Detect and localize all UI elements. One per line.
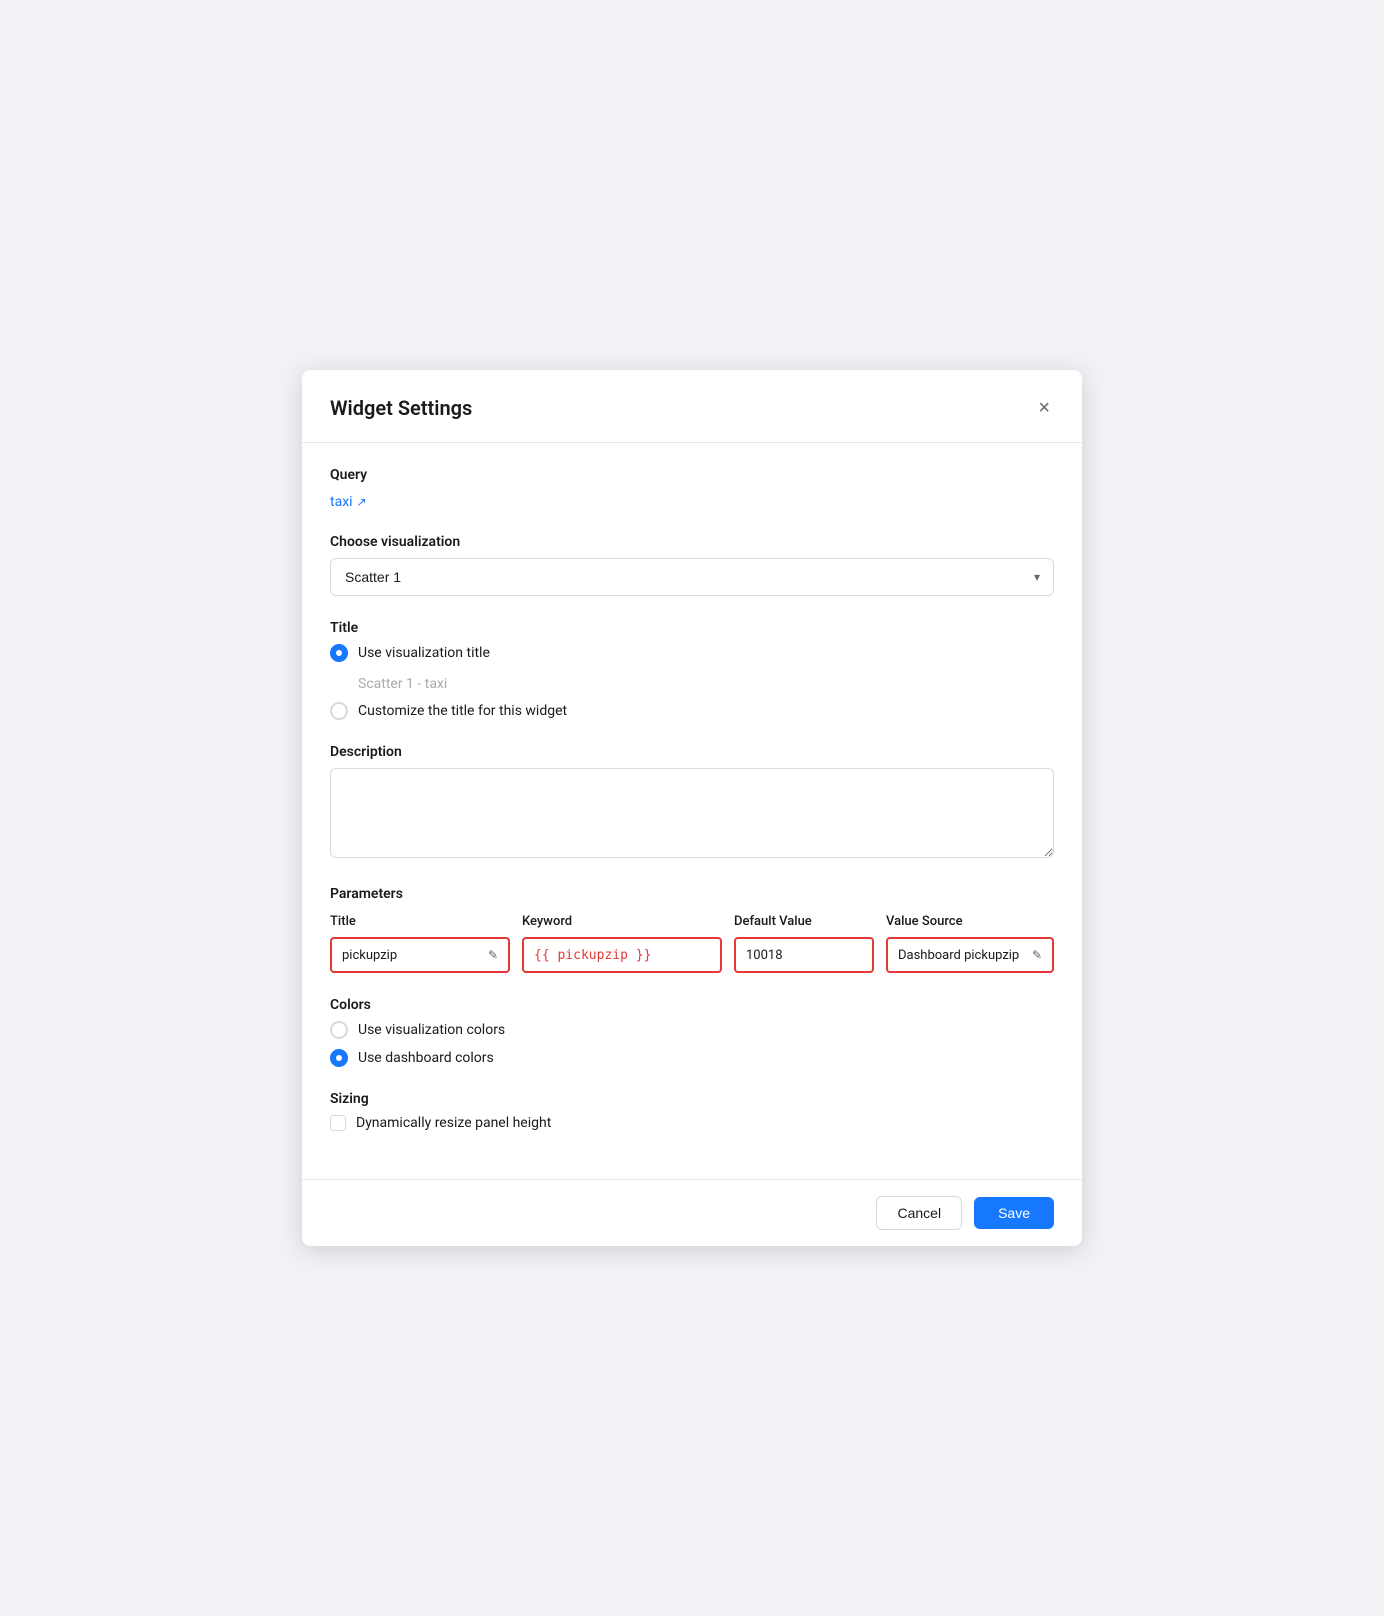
sizing-section-label: Sizing [330, 1091, 1054, 1107]
description-section-label: Description [330, 744, 1054, 760]
colors-section-label: Colors [330, 997, 1054, 1013]
param-col-title: Title [330, 914, 510, 929]
param-col-source: Value Source [886, 914, 1054, 929]
use-vis-colors-option[interactable]: Use visualization colors [330, 1021, 1054, 1039]
description-section: Description [330, 744, 1054, 862]
use-vis-colors-label: Use visualization colors [358, 1022, 505, 1038]
query-section: Query taxi ↗ [330, 467, 1054, 510]
modal-footer: Cancel Save [302, 1179, 1082, 1246]
param-source-value: Dashboard pickupzip [898, 948, 1019, 963]
visualization-section-label: Choose visualization [330, 534, 1054, 550]
cancel-button[interactable]: Cancel [876, 1196, 962, 1230]
customize-title-option[interactable]: Customize the title for this widget [330, 702, 1054, 720]
param-title-cell[interactable]: pickupzip ✎ [330, 937, 510, 973]
dynamic-resize-option[interactable]: Dynamically resize panel height [330, 1115, 1054, 1131]
visualization-select[interactable]: Scatter 1 Scatter 2 Bar Chart Line Chart… [330, 558, 1054, 596]
visualization-select-wrapper: Scatter 1 Scatter 2 Bar Chart Line Chart… [330, 558, 1054, 596]
param-source-cell[interactable]: Dashboard pickupzip ✎ [886, 937, 1054, 973]
customize-title-radio[interactable] [330, 702, 348, 720]
use-vis-title-option[interactable]: Use visualization title [330, 644, 1054, 662]
close-button[interactable]: × [1034, 394, 1054, 422]
param-col-default: Default Value [734, 914, 874, 929]
colors-radio-group: Use visualization colors Use dashboard c… [330, 1021, 1054, 1067]
save-button[interactable]: Save [974, 1197, 1054, 1229]
title-radio-group: Use visualization title Scatter 1 - taxi… [330, 644, 1054, 720]
sizing-section: Sizing Dynamically resize panel height [330, 1091, 1054, 1131]
colors-section: Colors Use visualization colors Use dash… [330, 997, 1054, 1067]
modal-header: Widget Settings × [302, 370, 1082, 443]
modal-body: Query taxi ↗ Choose visualization Scatte… [302, 443, 1082, 1179]
query-section-label: Query [330, 467, 1054, 483]
use-vis-title-radio[interactable] [330, 644, 348, 662]
param-default-cell[interactable]: 10018 [734, 937, 874, 973]
param-title-value: pickupzip [342, 948, 397, 963]
parameters-section: Parameters Title Keyword Default Value V… [330, 886, 1054, 973]
external-link-icon: ↗ [357, 495, 367, 509]
use-dashboard-colors-option[interactable]: Use dashboard colors [330, 1049, 1054, 1067]
param-keyword-value: {{ pickupzip }} [534, 948, 651, 963]
title-placeholder: Scatter 1 - taxi [358, 676, 1054, 692]
visualization-section: Choose visualization Scatter 1 Scatter 2… [330, 534, 1054, 596]
query-link[interactable]: taxi ↗ [330, 494, 367, 510]
param-header-row: Title Keyword Default Value Value Source [330, 914, 1054, 929]
use-vis-title-label: Use visualization title [358, 645, 490, 661]
parameters-table: Title Keyword Default Value Value Source… [330, 914, 1054, 973]
dynamic-resize-checkbox[interactable] [330, 1115, 346, 1131]
param-title-edit-icon[interactable]: ✎ [488, 948, 498, 962]
use-dashboard-colors-radio[interactable] [330, 1049, 348, 1067]
param-default-value: 10018 [746, 948, 783, 963]
description-textarea[interactable] [330, 768, 1054, 858]
customize-title-label: Customize the title for this widget [358, 703, 567, 719]
modal-title: Widget Settings [330, 396, 472, 420]
use-dashboard-colors-label: Use dashboard colors [358, 1050, 494, 1066]
query-link-text: taxi [330, 494, 353, 510]
param-col-keyword: Keyword [522, 914, 722, 929]
dynamic-resize-label: Dynamically resize panel height [356, 1115, 551, 1131]
widget-settings-modal: Widget Settings × Query taxi ↗ Choose vi… [302, 370, 1082, 1246]
param-source-edit-icon[interactable]: ✎ [1032, 948, 1042, 962]
title-section: Title Use visualization title Scatter 1 … [330, 620, 1054, 720]
param-keyword-cell[interactable]: {{ pickupzip }} [522, 937, 722, 973]
parameters-section-label: Parameters [330, 886, 1054, 902]
param-data-row: pickupzip ✎ {{ pickupzip }} 10018 Dashbo… [330, 937, 1054, 973]
title-section-label: Title [330, 620, 1054, 636]
use-vis-colors-radio[interactable] [330, 1021, 348, 1039]
